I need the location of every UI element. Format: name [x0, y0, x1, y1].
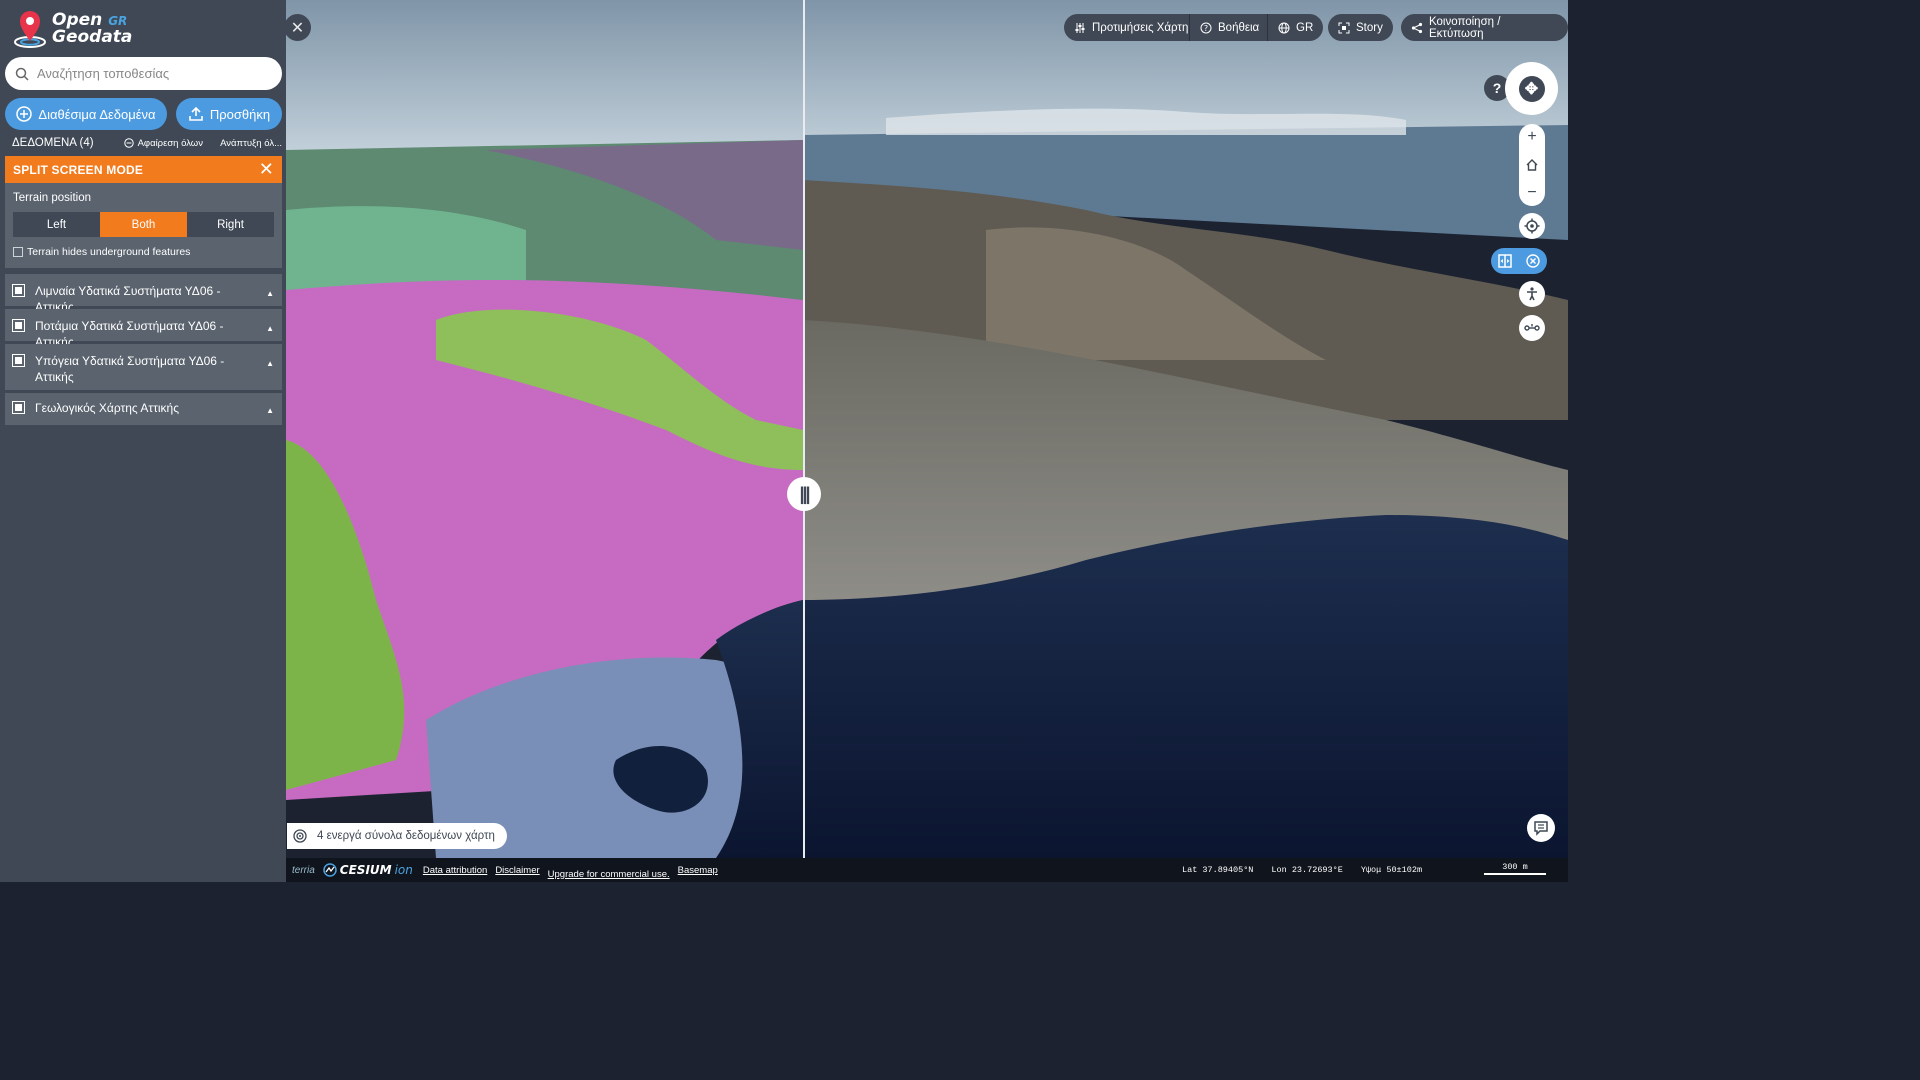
map-viewport[interactable]: |||: [286, 0, 1568, 882]
map-footer: terria CESIUM ion Data attribution Discl…: [286, 858, 1568, 882]
caret-up-icon[interactable]: ▲: [266, 321, 274, 337]
latitude-value: Lat 37.89405°N: [1182, 865, 1254, 875]
add-data-button[interactable]: Προσθήκη: [176, 98, 282, 130]
search-icon: [15, 67, 29, 81]
help-button[interactable]: ? Βοήθεια: [1189, 14, 1270, 41]
story-frame-icon: [1338, 22, 1350, 33]
scale-bar: 300 m: [1484, 862, 1546, 875]
data-attribution-link[interactable]: Data attribution: [423, 865, 487, 876]
terrain-left-option[interactable]: Left: [13, 212, 100, 237]
zoom-out-button[interactable]: −: [1527, 184, 1536, 202]
split-divider-line[interactable]: [803, 0, 805, 882]
share-print-label: Κοινοποίηση / Εκτύπωση: [1428, 15, 1501, 40]
map-canvas[interactable]: [286, 0, 1568, 882]
feedback-chat-icon[interactable]: [1527, 814, 1555, 842]
coordinate-readout: Lat 37.89405°N Lon 23.72693°E Υψομ 50±10…: [1182, 865, 1422, 875]
expand-all-button[interactable]: Ανάπτυξη όλ...: [220, 138, 282, 149]
pedestrian-mode-icon[interactable]: [1519, 281, 1545, 307]
terrain-position-label: Terrain position: [13, 192, 91, 204]
location-search[interactable]: [5, 57, 282, 90]
story-button[interactable]: Story: [1328, 14, 1393, 41]
remove-all-label: Αφαίρεση όλων: [137, 137, 203, 149]
help-label: Βοήθεια: [1218, 21, 1260, 34]
language-button[interactable]: GR: [1267, 14, 1324, 41]
available-data-button[interactable]: Διαθέσιμα Δεδομένα: [5, 98, 167, 130]
close-circle-icon[interactable]: [1526, 254, 1540, 268]
share-print-button[interactable]: Κοινοποίηση / Εκτύπωση: [1401, 14, 1568, 41]
cesium-ion-logo[interactable]: CESIUM ion: [323, 863, 413, 877]
elevation-value: Υψομ 50±102m: [1360, 865, 1423, 875]
locate-me-icon[interactable]: [1519, 213, 1545, 239]
terrain-hides-row: Terrain hides underground features: [13, 246, 190, 258]
zoom-in-button[interactable]: +: [1527, 128, 1536, 146]
compass-control[interactable]: ✥: [1505, 62, 1558, 115]
map-pin-logo-icon: [14, 11, 46, 48]
add-data-label: Προσθήκη: [209, 106, 271, 122]
caret-up-icon[interactable]: ▲: [266, 286, 274, 302]
minus-circle-icon: [123, 138, 134, 148]
zoom-control: + −: [1519, 124, 1545, 206]
disclaimer-link[interactable]: Disclaimer: [495, 865, 539, 876]
layer-item[interactable]: Γεωλογικός Χάρτης Αττικής ▲: [5, 393, 282, 425]
search-input[interactable]: [37, 66, 267, 81]
app-root: Open GR Geodata Διαθέσιμα Δεδομένα: [0, 0, 1568, 882]
cesium-icon: [323, 863, 337, 877]
split-screen-title: SPLIT SCREEN MODE: [13, 162, 144, 177]
share-icon: [1411, 22, 1423, 33]
caret-up-icon[interactable]: ▲: [266, 403, 274, 419]
upgrade-link[interactable]: Upgrade for commercial use.: [548, 869, 670, 880]
data-count: ΔΕΔΟΜΕΝΑ (4): [12, 137, 94, 149]
compass-move-icon[interactable]: ✥: [1518, 75, 1545, 102]
map-preferences-label: Προτιμήσεις Χάρτη: [1092, 21, 1189, 34]
close-split-icon[interactable]: ✕: [259, 159, 274, 180]
layers-radar-icon: [293, 829, 307, 843]
layer-title: Γεωλογικός Χάρτης Αττικής: [35, 401, 179, 415]
longitude-value: Lon 23.72693°E: [1271, 865, 1343, 875]
data-header-row: ΔΕΔΟΜΕΝΑ (4) Αφαίρεση όλων Ανάπτυξη όλ..…: [12, 136, 282, 150]
split-screen-toggle[interactable]: [1491, 248, 1547, 274]
logo-wordmark: Open GR Geodata: [52, 9, 133, 47]
story-label: Story: [1356, 21, 1383, 34]
terrain-right-option[interactable]: Right: [187, 212, 274, 237]
help-circle-icon: ?: [1200, 22, 1212, 33]
active-datasets-badge[interactable]: 4 ενεργά σύνολα δεδομένων χάρτη: [287, 823, 507, 849]
layer-item[interactable]: Ποτάμια Υδατικά Συστήματα ΥΔ06 - Αττικής…: [5, 309, 282, 349]
ion-text: ion: [394, 863, 413, 877]
terrain-position-selector: Left Both Right: [13, 212, 274, 237]
basemap-link[interactable]: Basemap: [678, 865, 718, 876]
language-label: GR: [1296, 21, 1314, 34]
layer-item[interactable]: Υπόγεια Υδατικά Συστήματα ΥΔ06 - Αττικής…: [5, 344, 282, 390]
layer-visibility-checkbox[interactable]: [12, 319, 25, 332]
measure-tool-icon[interactable]: [1519, 315, 1545, 341]
split-screen-panel: SPLIT SCREEN MODE ✕ Terrain position Lef…: [5, 156, 282, 268]
remove-all-button[interactable]: Αφαίρεση όλων: [123, 137, 203, 149]
cesium-text: CESIUM: [339, 863, 392, 877]
close-sidebar-icon[interactable]: ✕: [284, 14, 311, 41]
split-divider-handle[interactable]: |||: [787, 477, 821, 511]
app-logo[interactable]: Open GR Geodata: [12, 8, 132, 48]
terrain-both-option[interactable]: Both: [100, 212, 187, 237]
layer-visibility-checkbox[interactable]: [12, 354, 25, 367]
active-datasets-label: 4 ενεργά σύνολα δεδομένων χάρτη: [317, 830, 495, 842]
plus-circle-icon: [16, 106, 33, 122]
layer-item[interactable]: Λιμναία Υδατικά Συστήματα ΥΔ06 - Αττικής…: [5, 274, 282, 314]
split-screen-header: SPLIT SCREEN MODE ✕: [5, 156, 282, 183]
terrain-hides-label: Terrain hides underground features: [27, 246, 191, 258]
caret-up-icon[interactable]: ▲: [266, 356, 274, 372]
sidebar: Open GR Geodata Διαθέσιμα Δεδομένα: [0, 0, 286, 882]
terrain-hides-checkbox[interactable]: [13, 247, 23, 257]
split-screen-icon: [1498, 254, 1512, 268]
layer-visibility-checkbox[interactable]: [12, 284, 25, 297]
layer-visibility-checkbox[interactable]: [12, 401, 25, 414]
layer-title: Υπόγεια Υδατικά Συστήματα ΥΔ06 - Αττικής: [35, 354, 225, 384]
sliders-icon: [1075, 22, 1085, 33]
globe-icon: [1278, 22, 1290, 33]
home-icon[interactable]: [1525, 158, 1539, 172]
available-data-label: Διαθέσιμα Δεδομένα: [38, 106, 156, 122]
map-preferences-button[interactable]: Προτιμήσεις Χάρτη: [1064, 14, 1199, 41]
terria-logo[interactable]: terria: [292, 865, 315, 876]
svg-text:?: ?: [1204, 24, 1208, 33]
upload-icon: [189, 106, 203, 121]
